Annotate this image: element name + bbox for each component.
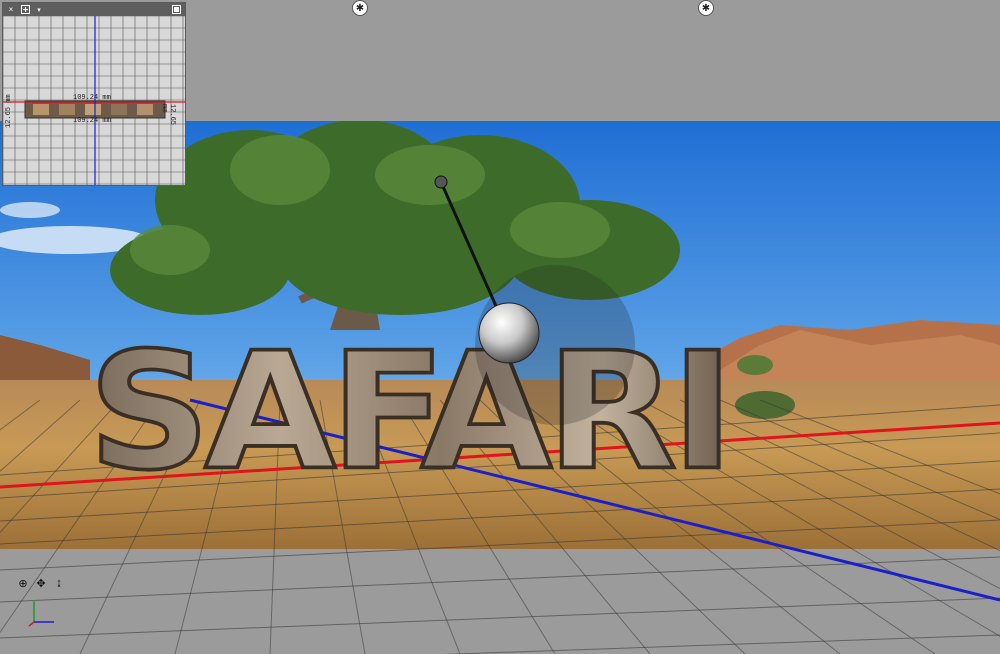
- grid-line: [442, 634, 1000, 654]
- grid-line: [0, 597, 1000, 639]
- mini-top-measure: 109.24 mm: [73, 94, 111, 102]
- mini-bottom-measure: 109.24 mm: [73, 117, 111, 125]
- camera-marker-2-glyph: ✱: [701, 2, 711, 14]
- 3d-viewport[interactable]: SAFARI ✱ ✱ × ▾ 109.24 mm 109.24 mm 12.65…: [0, 0, 1000, 654]
- camera-marker-1-glyph: ✱: [355, 2, 365, 14]
- light-target-handle[interactable]: [434, 175, 448, 189]
- mini-preview-panel[interactable]: × ▾ 109.24 mm 109.24 mm 12.65 mm 12.65 m…: [2, 2, 186, 186]
- camera-marker-icon[interactable]: ✱: [352, 0, 368, 16]
- chevron-down-icon[interactable]: ▾: [33, 4, 45, 16]
- mini-panel-body[interactable]: 109.24 mm 109.24 mm 12.65 mm 12.65 mm: [2, 15, 185, 185]
- pan-tool-icon[interactable]: ✥: [34, 576, 48, 590]
- close-icon[interactable]: ×: [5, 4, 17, 16]
- mini-right-measure: 12.65 mm: [160, 104, 176, 126]
- axis-triad-icon: [28, 600, 54, 627]
- view-navigation-tools: ⊕ ✥ ↨: [16, 576, 66, 590]
- panel-menu-icon[interactable]: [19, 4, 31, 16]
- panel-options-icon[interactable]: [170, 4, 182, 16]
- mini-panel-titlebar[interactable]: × ▾: [3, 3, 185, 16]
- dolly-tool-icon[interactable]: ↨: [52, 576, 66, 590]
- camera-marker-icon[interactable]: ✱: [698, 0, 714, 16]
- light-sphere-handle[interactable]: [478, 302, 540, 364]
- mini-left-measure: 12.65 mm: [5, 94, 13, 128]
- orbit-tool-icon[interactable]: ⊕: [16, 576, 30, 590]
